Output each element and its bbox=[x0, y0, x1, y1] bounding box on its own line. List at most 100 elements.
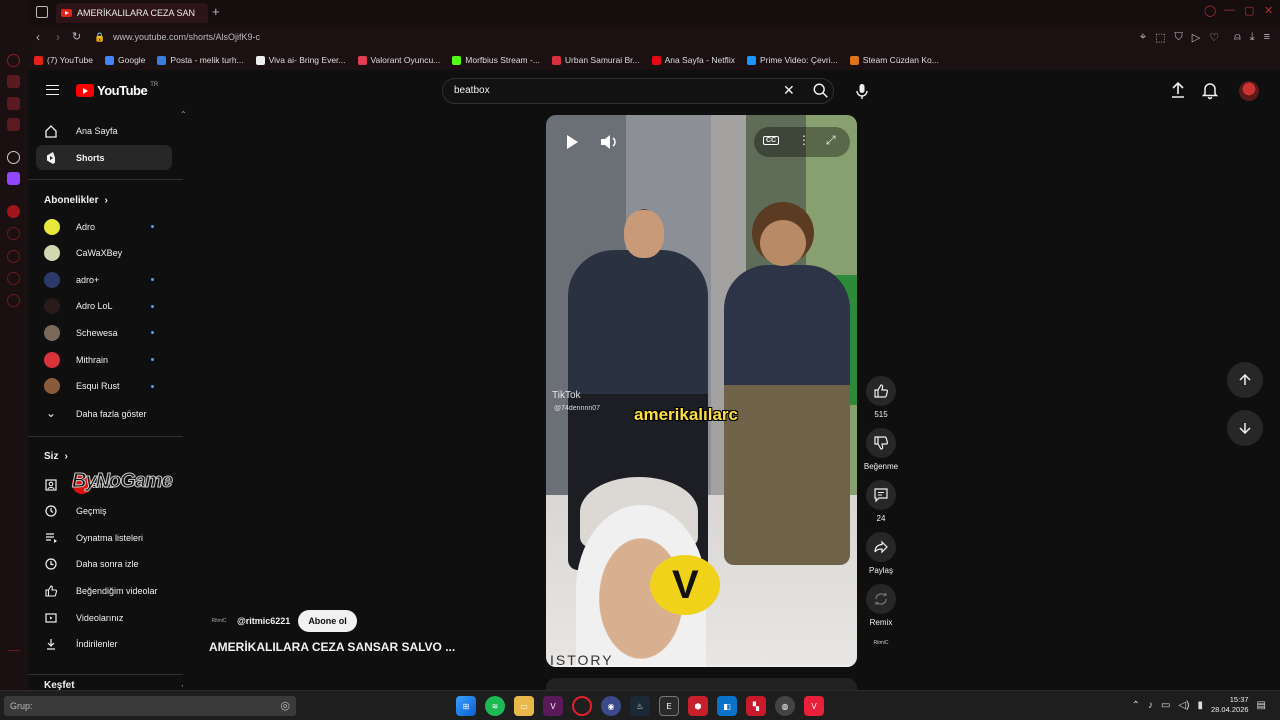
channel-avatar[interactable]: RitmiC bbox=[209, 613, 229, 629]
sidebar-item-playlist[interactable]: Oynatma listeleri bbox=[36, 525, 172, 550]
rail-app-icon[interactable] bbox=[7, 75, 20, 88]
bookmark-item[interactable]: Google bbox=[105, 55, 145, 65]
menu-icon[interactable]: ≡ bbox=[1264, 31, 1270, 44]
rail-app-icon[interactable] bbox=[7, 118, 20, 131]
bookmark-item[interactable]: Prime Video: Çevri... bbox=[746, 55, 838, 65]
windows-start-icon[interactable]: ⊞ bbox=[456, 696, 476, 716]
file-explorer-icon[interactable]: ▭ bbox=[514, 696, 534, 716]
twitch-icon[interactable] bbox=[7, 172, 20, 185]
bookmark-item[interactable]: Posta - melik turh... bbox=[157, 55, 244, 65]
subscription-item[interactable]: Adro LoL bbox=[36, 294, 172, 319]
notifications-icon[interactable] bbox=[1202, 80, 1218, 100]
app-icon[interactable]: ▚ bbox=[746, 696, 766, 716]
youtube-logo[interactable]: YouTube TR bbox=[76, 82, 158, 98]
reload-icon[interactable]: ↻ bbox=[72, 30, 81, 43]
sidebar-item-liked[interactable]: Beğendiğim videolar bbox=[36, 578, 172, 603]
video-progress-bar[interactable] bbox=[546, 665, 857, 667]
captions-icon[interactable]: CC bbox=[763, 136, 780, 145]
subscription-item[interactable]: adro+ bbox=[36, 267, 172, 292]
scroll-up-icon[interactable]: ⌃ bbox=[180, 110, 187, 119]
more-options-icon[interactable]: ⋮ bbox=[798, 133, 810, 147]
channel-handle[interactable]: @ritmic6221 bbox=[237, 616, 290, 626]
dislike-button[interactable]: Beğenme bbox=[862, 428, 900, 471]
bookmark-item[interactable]: Ana Sayfa - Netflix bbox=[651, 55, 735, 65]
comments-button[interactable]: 24 bbox=[862, 480, 900, 523]
bookmark-item[interactable]: (7) YouTube bbox=[34, 55, 93, 65]
snapshot-icon[interactable]: ⬚ bbox=[1155, 31, 1165, 44]
volume-tray-icon[interactable]: ◁) bbox=[1178, 700, 1189, 711]
subscriptions-heading[interactable]: Abonelikler › bbox=[44, 195, 108, 206]
next-short-button[interactable] bbox=[1227, 410, 1263, 446]
play-icon[interactable] bbox=[560, 131, 582, 153]
taskbar-search[interactable]: Grup: ◎ bbox=[4, 696, 296, 716]
you-heading[interactable]: Siz › bbox=[44, 451, 68, 462]
remix-button[interactable]: Remix bbox=[862, 584, 900, 627]
minimize-icon[interactable]: — bbox=[1224, 4, 1235, 16]
rail-app-icon[interactable] bbox=[7, 97, 20, 110]
upload-icon[interactable] bbox=[1170, 80, 1186, 100]
rail-app-icon[interactable] bbox=[7, 250, 20, 263]
microphone-tray-icon[interactable]: ♪ bbox=[1148, 700, 1153, 711]
clock[interactable]: 15:37 28.04.2026 bbox=[1211, 695, 1249, 715]
close-window-icon[interactable]: ✕ bbox=[1264, 4, 1273, 17]
url-field[interactable]: www.youtube.com/shorts/AlsOjifK9-c bbox=[113, 32, 260, 42]
sidebar-item-your-videos[interactable]: Videolarınız bbox=[36, 605, 172, 630]
sound-channel-thumb[interactable]: RitmiC bbox=[870, 640, 892, 656]
subscription-item[interactable]: CaWaXBey bbox=[36, 241, 172, 266]
fullscreen-icon[interactable]: ⤢ bbox=[826, 133, 836, 148]
browser-tab-active[interactable]: AMERİKALILARA CEZA SAN bbox=[56, 3, 208, 23]
more-icon[interactable] bbox=[7, 650, 20, 654]
scroll-down-icon[interactable]: ⌄ bbox=[180, 680, 183, 689]
battery-icon[interactable]: ▮ bbox=[1197, 700, 1203, 711]
tray-expand-icon[interactable]: ⌃ bbox=[1132, 700, 1140, 711]
back-icon[interactable]: ‹ bbox=[36, 30, 40, 44]
maximize-icon[interactable]: ▢ bbox=[1244, 4, 1254, 17]
subscribe-button[interactable]: Abone ol bbox=[298, 610, 357, 632]
app-icon[interactable]: ◍ bbox=[775, 696, 795, 716]
app-icon[interactable]: V bbox=[543, 696, 563, 716]
like-button[interactable]: 515 bbox=[862, 376, 900, 419]
short-video-player[interactable]: V TikTok @74dennnn07 amerikalılarc ISTOR… bbox=[546, 115, 857, 667]
bookmark-item[interactable]: Morfbius Stream -... bbox=[452, 55, 540, 65]
app-icon[interactable]: ◧ bbox=[717, 696, 737, 716]
subscription-item[interactable]: Adro bbox=[36, 214, 172, 239]
download-icon[interactable]: ⤓ bbox=[1250, 31, 1255, 44]
account-icon[interactable]: ⍝ bbox=[1234, 31, 1241, 44]
hamburger-menu-icon[interactable] bbox=[46, 85, 59, 95]
rail-app-icon[interactable] bbox=[7, 272, 20, 285]
rail-app-icon[interactable] bbox=[7, 205, 20, 218]
sidebar-item-shorts[interactable]: Shorts bbox=[36, 145, 172, 170]
new-tab-icon[interactable]: + bbox=[212, 4, 220, 19]
heart-icon[interactable]: ♡ bbox=[1209, 31, 1219, 44]
spotify-icon[interactable]: ≋ bbox=[485, 696, 505, 716]
play-icon[interactable]: ▷ bbox=[1192, 31, 1200, 44]
taskbar-search-input[interactable]: Grup: bbox=[10, 701, 33, 711]
tab-overview-icon[interactable] bbox=[36, 6, 48, 18]
forward-icon[interactable]: › bbox=[56, 30, 60, 44]
next-short-preview[interactable] bbox=[546, 678, 857, 690]
sidebar-item-history[interactable]: Geçmiş bbox=[36, 499, 172, 524]
subscription-item[interactable]: Mithrain bbox=[36, 347, 172, 372]
rail-app-icon[interactable] bbox=[7, 227, 20, 240]
show-more-button[interactable]: ⌄ Daha fazla göster bbox=[36, 401, 172, 426]
sidebar-item-home[interactable]: Ana Sayfa bbox=[36, 118, 172, 143]
clear-search-icon[interactable]: ✕ bbox=[783, 82, 795, 99]
subscription-item[interactable]: Esqui Rust bbox=[36, 374, 172, 399]
search-box[interactable]: beatbox ✕ bbox=[442, 78, 834, 104]
short-title[interactable]: AMERİKALILARA CEZA SANSAR SALVO ... bbox=[209, 640, 455, 654]
opera-taskbar-icon[interactable] bbox=[572, 696, 592, 716]
bookmark-item[interactable]: Valorant Oyuncu... bbox=[357, 55, 440, 65]
network-icon[interactable]: ▭ bbox=[1161, 700, 1170, 711]
previous-short-button[interactable] bbox=[1227, 362, 1263, 398]
pin-icon[interactable]: ⌖ bbox=[1140, 31, 1146, 44]
volume-icon[interactable] bbox=[598, 131, 620, 153]
bookmark-item[interactable]: Urban Samurai Br... bbox=[551, 55, 640, 65]
app-icon[interactable]: ⬢ bbox=[688, 696, 708, 716]
user-avatar[interactable] bbox=[1239, 81, 1259, 101]
search-input[interactable]: beatbox bbox=[454, 85, 490, 96]
bookmark-item[interactable]: Viva ai- Bring Ever... bbox=[255, 55, 346, 65]
share-button[interactable]: Paylaş bbox=[862, 532, 900, 575]
shield-icon[interactable]: ⛉ bbox=[1175, 31, 1183, 44]
app-icon[interactable]: ◉ bbox=[601, 696, 621, 716]
epic-games-icon[interactable]: E bbox=[659, 696, 679, 716]
